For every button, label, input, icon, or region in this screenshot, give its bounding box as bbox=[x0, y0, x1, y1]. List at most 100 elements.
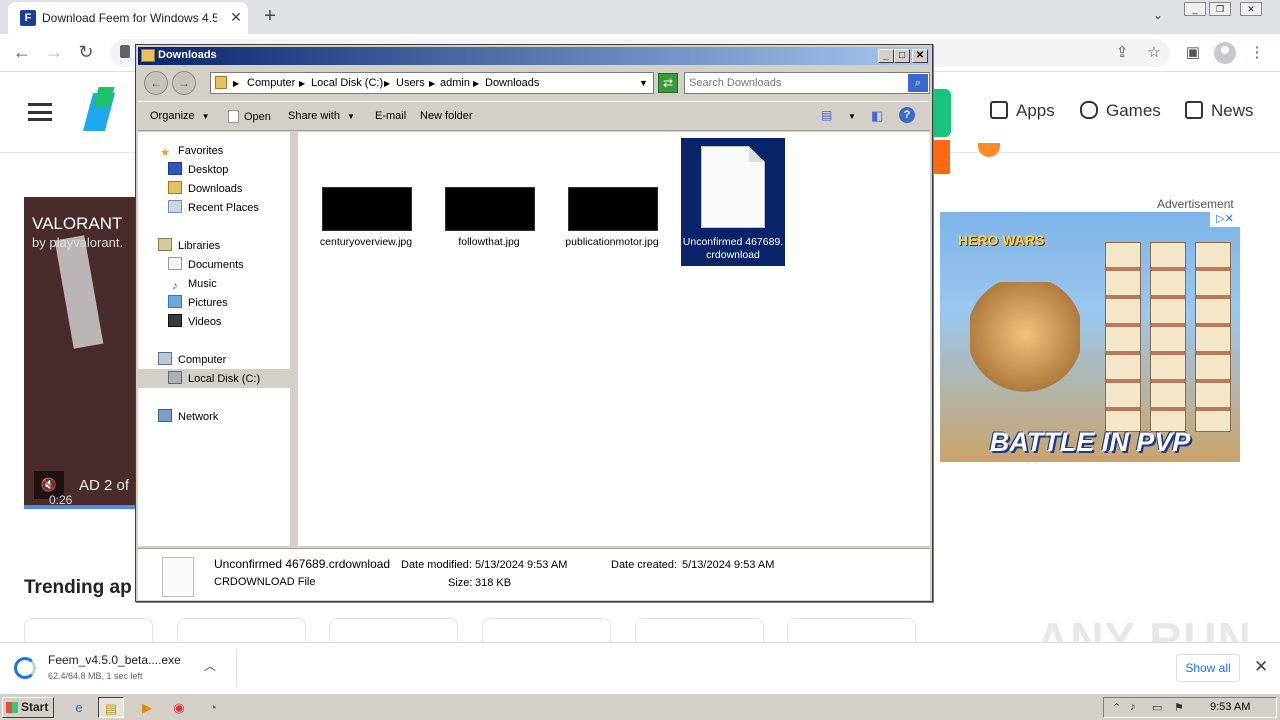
breadcrumb-separator-icon[interactable]: ▶ bbox=[299, 79, 305, 88]
video-title: VALORANT bbox=[32, 214, 123, 233]
breadcrumb-users[interactable]: Users bbox=[396, 77, 425, 89]
new-folder-button[interactable]: New folder bbox=[420, 110, 473, 122]
bookmark-star-icon[interactable]: ☆ bbox=[1142, 41, 1166, 65]
explorer-title-bar[interactable]: Downloads _ □ ✕ bbox=[138, 47, 930, 65]
tab-search-chevron-icon[interactable]: ⌄ bbox=[1153, 8, 1163, 22]
navigation-pane: ★ Favorites Desktop Downloads Recent Plac… bbox=[138, 132, 294, 546]
help-icon[interactable]: ? bbox=[899, 107, 915, 123]
video-ad-player[interactable]: VALORANT by playvalorant. 🔇 AD 2 of 0:26 bbox=[24, 197, 144, 509]
file-item[interactable]: centuryoverview.jpg bbox=[314, 138, 418, 266]
back-arrow-icon[interactable]: ← bbox=[144, 71, 168, 95]
side-panel-icon[interactable]: ▣ bbox=[1181, 41, 1205, 65]
chrome-menu-icon[interactable]: ⋮ bbox=[1245, 41, 1269, 65]
refresh-icon[interactable]: ⇄ bbox=[658, 73, 678, 93]
hamburger-menu-icon[interactable] bbox=[28, 103, 52, 121]
ad-tower bbox=[1105, 242, 1141, 432]
recent-places-icon bbox=[168, 200, 182, 213]
download-file-name[interactable]: Feem_v4.5.0_beta....exe bbox=[48, 653, 181, 667]
drive-icon bbox=[168, 371, 182, 384]
nav-libraries[interactable]: Libraries bbox=[158, 237, 220, 255]
share-with-menu[interactable]: Share with ▼ bbox=[288, 110, 355, 122]
nav-documents[interactable]: Documents bbox=[168, 256, 244, 274]
details-date-modified: 5/13/2024 9:53 AM bbox=[475, 559, 568, 571]
breadcrumb-separator-icon[interactable]: ▶ bbox=[233, 79, 239, 88]
change-view-icon[interactable]: ▤ bbox=[821, 108, 832, 122]
explorer-title: Downloads bbox=[158, 49, 217, 61]
advertisement-label: Advertisement bbox=[1157, 197, 1234, 211]
nav-pictures[interactable]: Pictures bbox=[168, 294, 228, 312]
tab-strip: F Download Feem for Windows 4.5.0 ✕ + ⌄ … bbox=[0, 0, 1280, 34]
forward-arrow-icon[interactable]: → bbox=[172, 71, 196, 95]
nav-downloads[interactable]: Downloads bbox=[168, 180, 242, 198]
media-player-icon[interactable]: ▶ bbox=[134, 697, 160, 718]
nav-videos[interactable]: Videos bbox=[168, 313, 221, 331]
restore-button[interactable]: ❐ bbox=[1209, 2, 1231, 16]
folder-icon bbox=[215, 76, 227, 89]
file-item-selected[interactable]: Unconfirmed 467689.crdownload bbox=[681, 138, 785, 266]
breadcrumb-separator-icon[interactable]: ▶ bbox=[473, 79, 479, 88]
back-button[interactable]: ← bbox=[10, 41, 34, 65]
explorer-search-input[interactable] bbox=[689, 76, 899, 90]
tab-close-icon[interactable]: ✕ bbox=[226, 7, 246, 27]
breadcrumb-local-disk[interactable]: Local Disk (C:) bbox=[311, 77, 383, 89]
preview-pane-icon[interactable]: ◧ bbox=[871, 108, 883, 124]
search-icon[interactable]: ⌕ bbox=[908, 74, 928, 92]
breadcrumb-separator-icon[interactable]: ▶ bbox=[384, 79, 390, 88]
breadcrumb-downloads[interactable]: Downloads bbox=[485, 77, 539, 89]
nav-local-disk[interactable]: Local Disk (C:) bbox=[168, 370, 260, 388]
ad-close-icon[interactable]: ▷✕ bbox=[1210, 212, 1240, 227]
breadcrumb-admin[interactable]: admin bbox=[440, 77, 470, 89]
explorer-search-box[interactable]: ⌕ bbox=[684, 72, 930, 94]
explorer-address-bar[interactable]: ▶ Computer ▶ Local Disk (C:) ▶ Users ▶ a… bbox=[210, 72, 654, 94]
gamepad-icon bbox=[1080, 101, 1098, 119]
chevron-up-icon[interactable]: ︿ bbox=[204, 657, 216, 674]
close-window-button[interactable]: ✕ bbox=[1240, 2, 1262, 16]
explorer-minimize-button[interactable]: _ bbox=[878, 49, 894, 63]
close-icon[interactable]: ✕ bbox=[1254, 657, 1268, 677]
minimize-button[interactable]: _ bbox=[1184, 2, 1206, 16]
action-center-flag-icon[interactable]: ⚑ bbox=[1174, 701, 1184, 714]
explorer-folder-icon[interactable]: ▤ bbox=[98, 697, 124, 718]
image-thumbnail bbox=[445, 187, 535, 231]
ad-tower bbox=[1150, 242, 1186, 432]
breadcrumb-separator-icon[interactable]: ▶ bbox=[429, 79, 435, 88]
browser-tab[interactable]: F Download Feem for Windows 4.5.0 ✕ bbox=[8, 2, 248, 34]
file-item[interactable]: publicationmotor.jpg bbox=[560, 138, 664, 266]
breadcrumb-computer[interactable]: Computer bbox=[247, 77, 295, 89]
profile-avatar[interactable] bbox=[1213, 41, 1237, 65]
new-tab-button[interactable]: + bbox=[258, 5, 282, 29]
open-button[interactable]: Open bbox=[228, 110, 271, 123]
edge-icon[interactable]: ◔ bbox=[200, 697, 226, 718]
volume-icon[interactable]: ♪ bbox=[1130, 701, 1136, 713]
file-item[interactable]: followthat.jpg bbox=[437, 138, 541, 266]
nav-recent-places[interactable]: Recent Places bbox=[168, 199, 259, 217]
nav-news[interactable]: News bbox=[1185, 101, 1254, 121]
video-progress-bar[interactable] bbox=[24, 505, 144, 509]
address-dropdown-icon[interactable]: ▼ bbox=[639, 78, 648, 88]
nav-apps[interactable]: Apps bbox=[990, 101, 1055, 121]
nav-network[interactable]: Network bbox=[158, 408, 218, 426]
email-button[interactable]: E-mail bbox=[375, 110, 406, 122]
internet-explorer-icon[interactable]: e bbox=[66, 697, 92, 718]
explorer-close-button[interactable]: ✕ bbox=[912, 49, 928, 63]
network-icon[interactable]: ▭ bbox=[1152, 701, 1162, 714]
system-tray: ⌃ ♪ ▭ ⚑ 9:53 AM bbox=[1103, 697, 1277, 718]
explorer-maximize-button[interactable]: □ bbox=[894, 49, 910, 63]
nav-music[interactable]: ♪ Music bbox=[168, 275, 216, 293]
view-dropdown-icon[interactable]: ▼ bbox=[848, 112, 856, 121]
reload-button[interactable]: ↻ bbox=[74, 41, 98, 65]
organize-menu[interactable]: Organize ▼ bbox=[150, 110, 210, 122]
show-all-button[interactable]: Show all bbox=[1176, 654, 1240, 682]
nav-desktop[interactable]: Desktop bbox=[168, 161, 228, 179]
start-button[interactable]: Start bbox=[2, 697, 54, 718]
nav-favorites[interactable]: ★ Favorites bbox=[158, 142, 223, 160]
share-icon[interactable]: ⇪ bbox=[1110, 41, 1134, 65]
forward-button[interactable]: → bbox=[42, 41, 66, 65]
apps-grid-icon bbox=[990, 101, 1008, 119]
chrome-icon[interactable]: ◉ bbox=[166, 697, 192, 718]
tray-expand-icon[interactable]: ⌃ bbox=[1112, 701, 1121, 714]
nav-computer[interactable]: Computer bbox=[158, 351, 226, 369]
clock[interactable]: 9:53 AM bbox=[1210, 701, 1250, 713]
hero-wars-ad[interactable]: ▷✕ HERO WARS BATTLE IN PVP MODES! bbox=[940, 212, 1240, 462]
nav-games[interactable]: Games bbox=[1080, 101, 1161, 121]
